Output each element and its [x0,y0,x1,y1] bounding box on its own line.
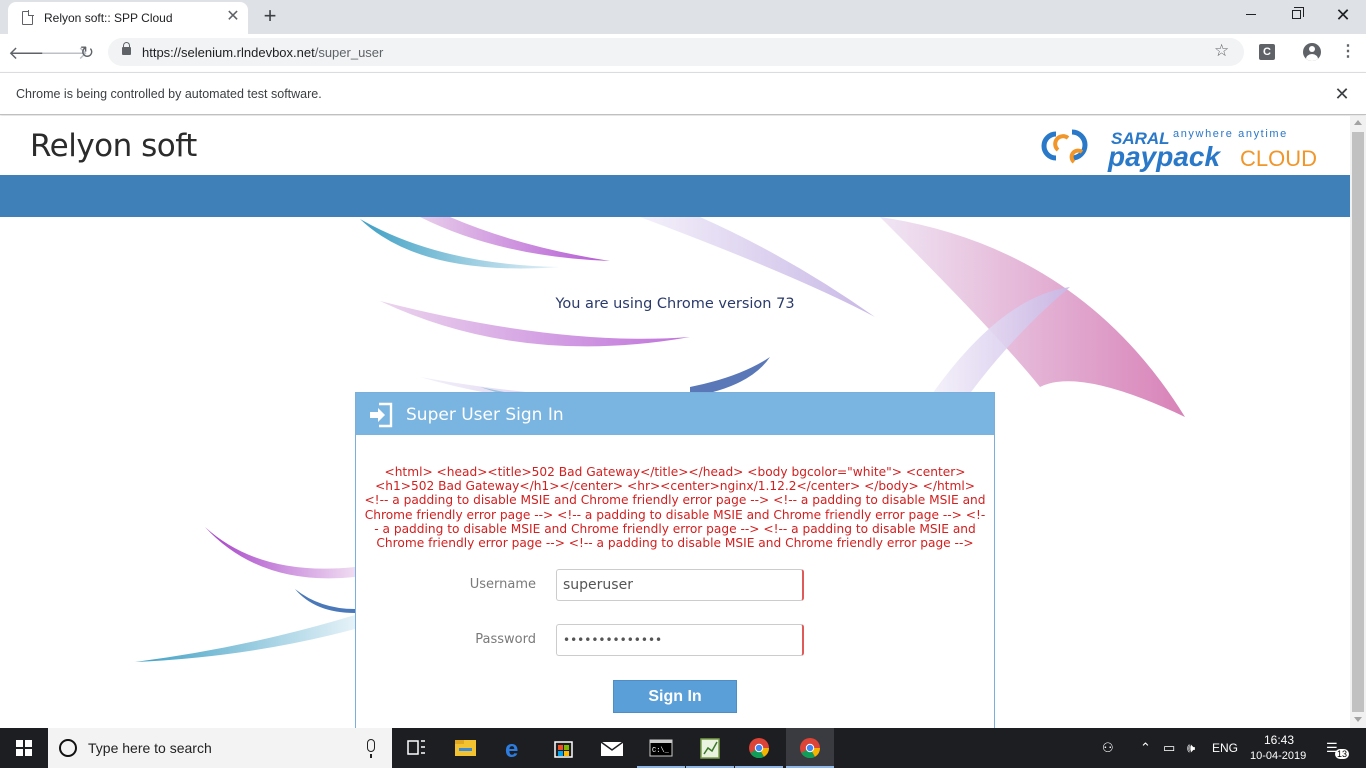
profile-icon[interactable] [1303,43,1321,61]
clock-date[interactable]: 10-04-2019 [1250,750,1306,762]
search-icon [59,739,77,757]
new-tab-button[interactable]: + [258,4,282,28]
saral-paypack-cloud-logo: SARAL anywhere anytime paypack CLOUD [1041,128,1317,172]
tab-title: Relyon soft:: SPP Cloud [44,11,173,25]
svg-text:e: e [505,736,518,763]
password-label: Password [475,632,536,647]
reload-icon[interactable]: ↻ [74,40,100,66]
password-input[interactable]: •••••••••••••• [556,624,804,656]
volume-icon[interactable]: 🕪 [1187,740,1195,756]
panel-header: Super User Sign In [356,393,994,435]
chrome-version-notice: You are using Chrome version 73 [555,296,795,312]
restore-icon [1292,7,1304,19]
microphone-icon[interactable] [367,739,375,758]
store-icon[interactable] [539,728,587,768]
people-icon[interactable]: ⚇ [1102,740,1114,756]
username-label: Username [469,577,536,592]
mail-icon[interactable] [588,728,636,768]
command-prompt-icon[interactable]: C:\_ [637,728,685,768]
file-explorer-icon[interactable] [441,728,489,768]
forward-arrow-icon[interactable]: 🡒 [40,40,88,66]
windows-logo-icon [16,740,32,756]
page-icon [22,10,34,25]
back-arrow-icon[interactable]: 🡐 [8,40,56,66]
infobar-text: Chrome is being controlled by automated … [16,87,322,101]
error-message: <html> <head><title>502 Bad Gateway</tit… [364,465,986,551]
language-indicator[interactable]: ENG [1212,741,1238,755]
lock-icon [122,42,131,55]
url-text: https://selenium.rlndevbox.net/super_use… [142,45,384,60]
sign-in-button[interactable]: Sign In [613,680,737,713]
svg-text:CLOUD: CLOUD [1240,146,1317,171]
tab-strip: Relyon soft:: SPP Cloud ✕ + ✕ [0,0,1366,34]
svg-text:anywhere anytime: anywhere anytime [1173,128,1288,140]
task-view-icon[interactable] [392,728,440,768]
windows-taskbar: Type here to search e C:\_ ⚇ ⌃ ▭ 🕪 ENG 1… [0,728,1366,768]
minimize-icon [1246,14,1256,15]
tray-expand-icon[interactable]: ⌃ [1140,740,1151,756]
chrome-active-icon[interactable] [786,728,834,768]
super-user-signin-panel: Super User Sign In <html> <head><title>5… [355,392,995,728]
header-band [0,175,1350,217]
tab-close-icon[interactable]: ✕ [224,8,242,26]
infobar-close-icon[interactable]: ✕ [1332,82,1352,106]
notification-count: 13 [1335,749,1350,759]
search-placeholder: Type here to search [88,740,212,756]
scroll-thumb[interactable] [1352,132,1364,712]
edge-icon[interactable]: e [490,728,538,768]
bookmark-star-icon[interactable]: ☆ [1214,41,1229,61]
address-bar[interactable]: https://selenium.rlndevbox.net/super_use… [108,38,1244,66]
taskbar-search[interactable]: Type here to search [48,728,392,768]
start-button[interactable] [0,728,48,768]
panel-title: Super User Sign In [406,405,564,425]
username-input[interactable]: superuser [556,569,804,601]
automation-infobar: Chrome is being controlled by automated … [0,72,1366,115]
clock-time[interactable]: 16:43 [1264,733,1294,747]
chrome-icon[interactable] [735,728,783,768]
notepad-chart-icon[interactable] [686,728,734,768]
browser-tab[interactable]: Relyon soft:: SPP Cloud ✕ [8,2,248,34]
scroll-up-icon[interactable] [1354,120,1362,125]
extension-icon[interactable]: C [1259,44,1275,60]
restore-button[interactable] [1274,0,1320,30]
page-viewport: Relyon soft SARAL anywhere anytime paypa… [0,116,1350,728]
site-name: Relyon soft [30,128,197,164]
svg-text:C:\_: C:\_ [652,747,670,755]
window-close-button[interactable]: ✕ [1320,0,1366,30]
chrome-menu-icon[interactable]: ⋮ [1340,42,1356,62]
page-scrollbar[interactable] [1350,116,1366,728]
svg-text:paypack: paypack [1107,141,1221,172]
site-header: Relyon soft SARAL anywhere anytime paypa… [0,116,1350,175]
sign-in-icon [370,402,393,428]
browser-toolbar: 🡐 🡒 ↻ https://selenium.rlndevbox.net/sup… [0,34,1366,72]
minimize-button[interactable] [1228,0,1274,30]
network-icon[interactable]: ▭ [1163,740,1175,756]
scroll-down-icon[interactable] [1354,717,1362,722]
